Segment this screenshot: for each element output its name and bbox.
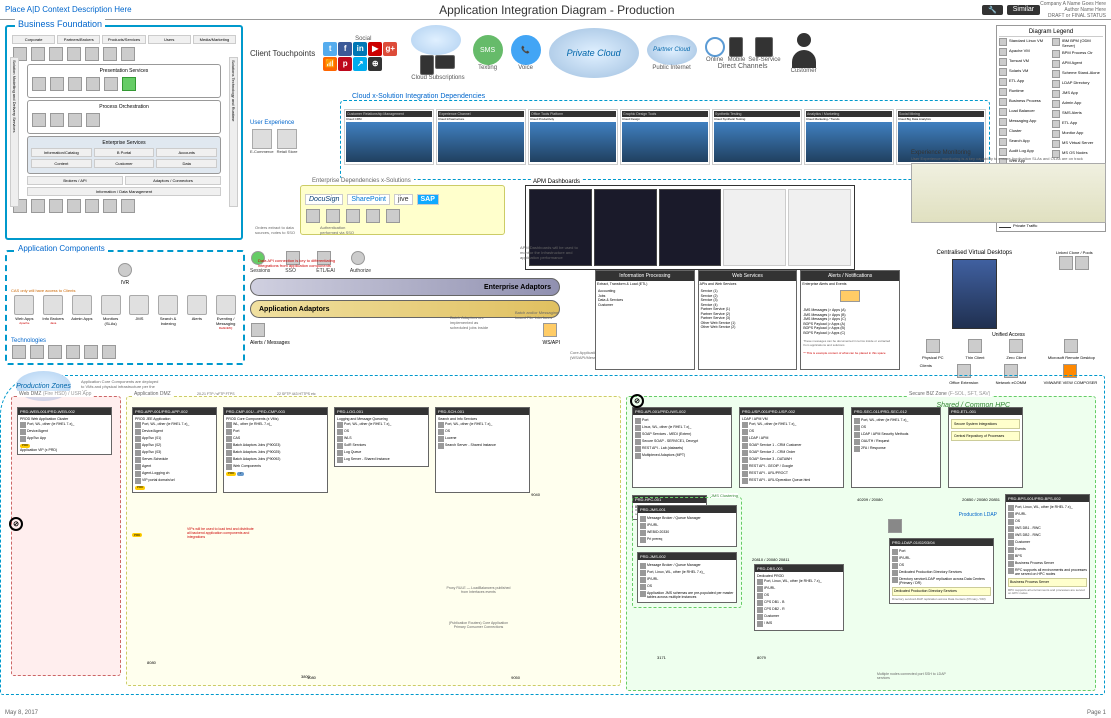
ac-item: Info BrokersJava <box>40 295 67 330</box>
sms-icon: SMS <box>473 35 503 65</box>
info-processing-card: Information Processing Extract, Transfor… <box>595 270 695 370</box>
header-meta: Company A Name Goes Here Author Name Her… <box>1040 1 1106 19</box>
virtual-desktops: Centralised Virtual Desktops Linked Clon… <box>911 250 1106 380</box>
server-api: PRD-API-001/PRD-IWS-002 PortLinux, WL, o… <box>632 407 732 488</box>
ac-item: Search & Indexing <box>155 295 182 330</box>
experience-monitoring: Experience Monitoring User Experience mo… <box>911 150 1106 223</box>
badge-1: 🔧 <box>982 5 1003 15</box>
ldap-cluster: Production LDAP PRD-LDAP-01/02/03/04 Por… <box>887 512 997 606</box>
bf-top-row: Corporate Partners/Brokers Products/Serv… <box>12 35 236 44</box>
ac-item: Eventing / MessagingRabbitMQ <box>212 295 239 330</box>
server-sch: PRD-SCH-001 Search and Info ServicesPort… <box>435 407 530 493</box>
enterprise-adaptors-bar: Enterprise Adaptors <box>250 278 560 296</box>
lc-icon <box>122 77 136 91</box>
bf-orchestration: Process Orchestration <box>27 100 221 134</box>
jive-logo: jive <box>394 194 413 205</box>
header: Place A|D Context Description Here Appli… <box>0 0 1111 20</box>
main-canvas: Business Foundation Solution Modelling a… <box>0 20 1111 700</box>
cloud-sub-icon <box>411 25 461 55</box>
diagram-title: Application Integration Diagram - Produc… <box>132 3 982 17</box>
server-sec: PRD-SEC-011/PRD-SEC-012 Port, WL, other … <box>851 407 941 488</box>
social-icons: t f in ▶ g+ 📶 p ↗ ⊕ <box>323 42 403 71</box>
jms-cluster: JMS Clustering PRD-JMS-001 Message Broke… <box>632 497 742 608</box>
server-etl: PRD-ETL-001 Secure System IntegrationsCe… <box>948 407 1023 488</box>
gplus-icon: g+ <box>383 42 397 56</box>
ac-item: Monitors (SLAs) <box>97 295 124 330</box>
customer-icon <box>789 33 819 68</box>
pinterest-icon: p <box>338 57 352 71</box>
server-usp: PRD-USP-001/PRD-USP-002 LDAP / APM VMPor… <box>739 407 844 488</box>
info-cards: Information Processing Extract, Transfor… <box>595 270 900 370</box>
kiosk-icon <box>755 37 773 57</box>
ac-item: Alerts <box>184 295 211 330</box>
private-cloud: Private Cloud <box>549 28 639 78</box>
user-experience: User Experience E-Commerce Retail Store <box>250 120 335 154</box>
dep-card: Experience ChannelCloud Infrastructure <box>436 109 526 165</box>
cloud-dependencies: Cloud x-Solution Integration Dependencie… <box>340 100 990 180</box>
server-cmp: PRD-CMP-001/.../PRD-CMP-003 PROD Core Co… <box>223 407 328 493</box>
bf-presentation: Presentation Services <box>27 64 221 98</box>
retail-icon <box>277 129 297 149</box>
bf-title: Business Foundation <box>15 19 105 29</box>
mobile-icon <box>729 37 743 57</box>
server-log: PRD-LOG-001 Logging and Message Queueing… <box>334 407 429 467</box>
dep-card: Synthetic TestingCloud Synthetic Testing <box>712 109 802 165</box>
wifi-icon: ⊕ <box>368 57 382 71</box>
voice-icon: 📞 <box>511 35 541 65</box>
web-services-card: Web Services APIs and Web Services Servi… <box>698 270 798 370</box>
linkedin-icon: in <box>353 42 367 56</box>
business-foundation: Business Foundation Solution Modelling a… <box>5 25 243 240</box>
server-web: PRD-WEB-001/PRD-WEB-002 PROD Web Applica… <box>17 407 112 455</box>
ac-item: Admin Apps <box>69 295 96 330</box>
facebook-icon: f <box>338 42 352 56</box>
sap-logo: SAP <box>417 194 439 205</box>
bf-side-right: Solutions Technology and Runtime <box>229 57 238 207</box>
touchpoints: Client Touchpoints Social t f in ▶ g+ 📶 … <box>250 25 1100 85</box>
server-bps: PRD-BPS-001/PRD-BPS-002 Port, Linux, WL,… <box>1005 494 1090 599</box>
web-dmz-zone: Web DMZ (Fire HSD) / USR App PRD-WEB-001… <box>11 396 121 676</box>
exp-map <box>911 163 1106 223</box>
footer-page: Page 1 <box>1087 710 1106 716</box>
dep-card: Graphic Design ToolsCloud Design <box>620 109 710 165</box>
app-components: Application Components IVR CAS only will… <box>5 250 245 365</box>
footer-date: May 8, 2017 <box>5 710 38 716</box>
dep-card: Office Tools PlatformCloud Productivity <box>528 109 618 165</box>
production-zones: Production Zones Application Core Compon… <box>0 375 1105 695</box>
share-icon: ↗ <box>353 57 367 71</box>
sharepoint-logo: SharePoint <box>347 194 390 205</box>
apm-dash-5 <box>788 189 851 266</box>
dep-card: Customer Relationship ManagementCloud CR… <box>344 109 434 165</box>
bf-side-left: Solution Modelling and Delivery Services <box>10 57 19 207</box>
bf-enterprise: Enterprise Services Information/Catalog … <box>27 136 221 174</box>
apm-dash-3 <box>659 189 722 266</box>
docusign-logo: DocuSign <box>305 194 343 205</box>
context-label: Place A|D Context Description Here <box>5 5 132 14</box>
globe-icon <box>705 37 725 57</box>
partner-cloud: Partner Cloud <box>647 35 697 65</box>
apm-dash-2 <box>594 189 657 266</box>
badge-2: Similar <box>1007 5 1040 15</box>
dep-card: Analytics / MarketingCloud Marketing / T… <box>804 109 894 165</box>
youtube-icon: ▶ <box>368 42 382 56</box>
stop-icon: ⊘ <box>9 517 23 531</box>
alerts-card: Alerts / Notifications Enterprise Alerts… <box>800 270 900 370</box>
rss-icon: 📶 <box>323 57 337 71</box>
ecommerce-icon <box>252 129 272 149</box>
app-dmz-zone: Application DMZ 20-21 FTP / sFTP FTPS 22… <box>126 396 621 686</box>
twitter-icon: t <box>323 42 337 56</box>
ac-item: Web AppsApache <box>11 295 38 330</box>
server-app: PRD-APP-001/PRD-APP-002 PROD JEE Applica… <box>132 407 217 493</box>
apm-dash-4 <box>723 189 786 266</box>
footer: May 8, 2017 Page 1 <box>5 710 1106 716</box>
ac-item: JMS <box>126 295 153 330</box>
app-adaptors-bar: Application Adaptors <box>250 300 560 318</box>
server-dbs: PRD-DBS-001 Dedicated PRODPort, Linux, W… <box>754 564 844 631</box>
tp-title: Client Touchpoints <box>250 49 315 58</box>
header-badges: 🔧 Similar <box>982 5 1040 15</box>
secure-biz-zone: Secure BIZ Zone (F-SOL, SFT, SAV) ⊘ PRD-… <box>626 396 1096 691</box>
stop-icon-2: ⊘ <box>630 394 644 408</box>
virt-rack-icon <box>952 259 997 329</box>
